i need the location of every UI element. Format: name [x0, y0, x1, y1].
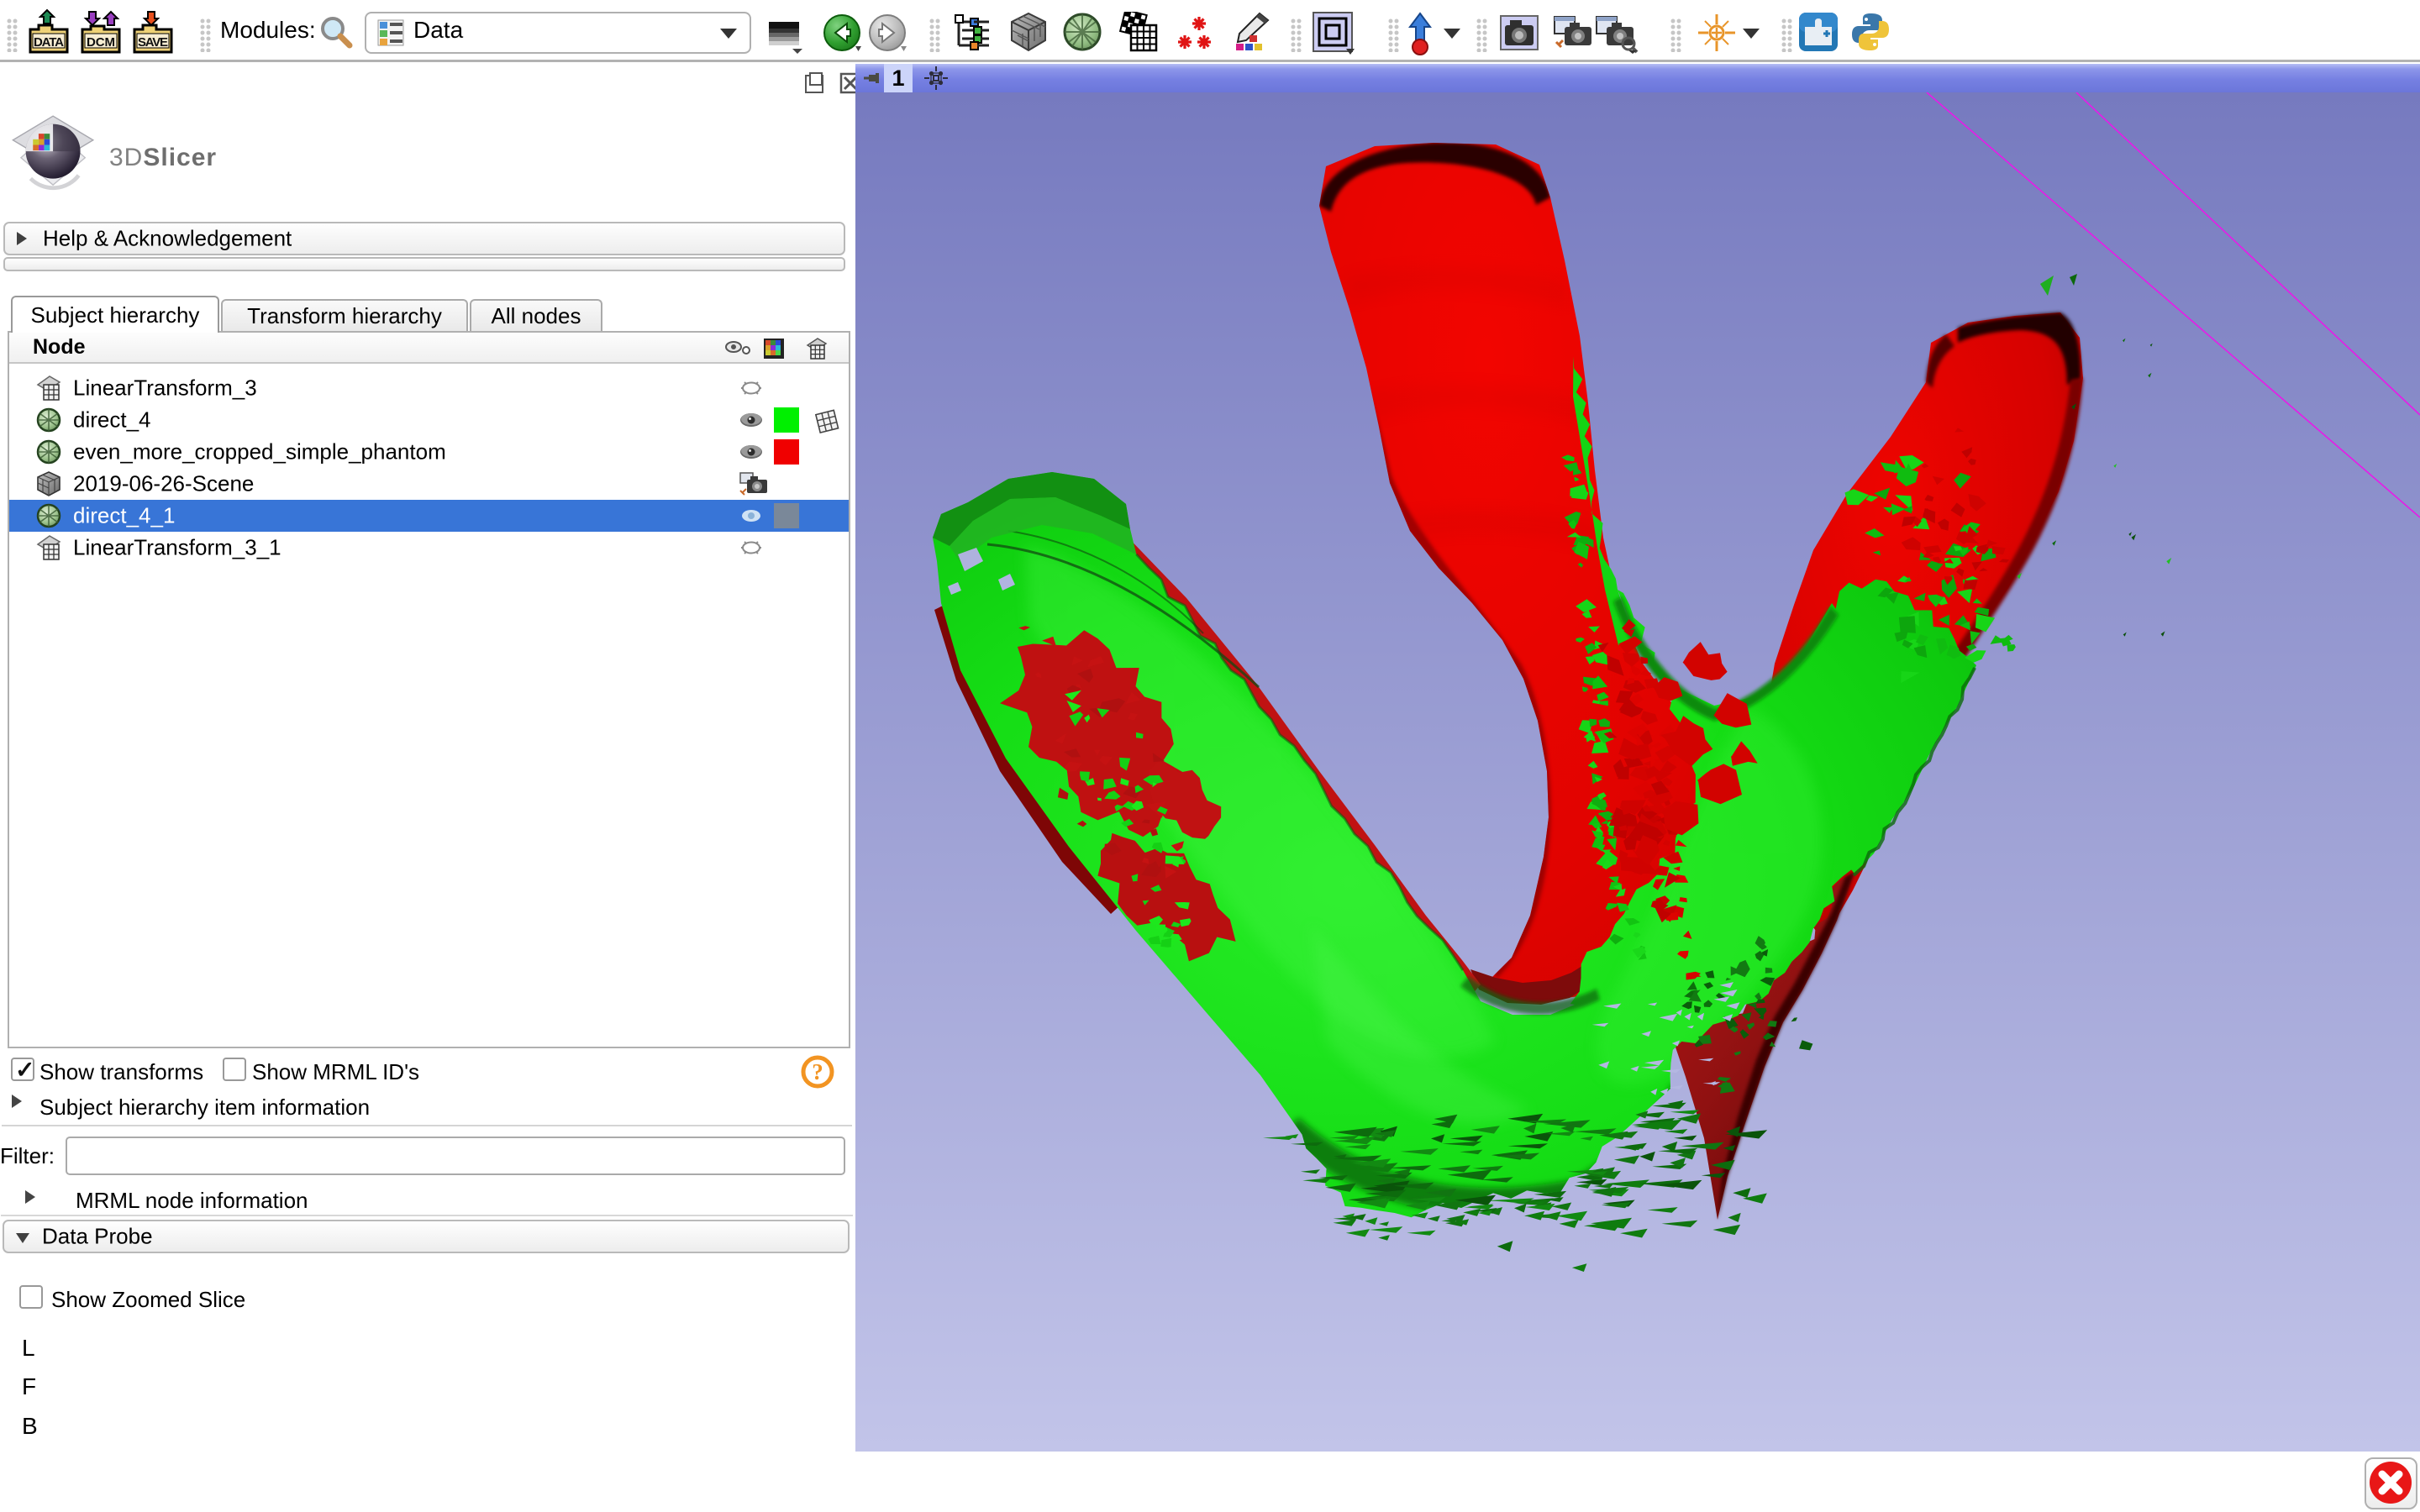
svg-text:?: ? — [812, 1059, 823, 1084]
svg-text:SAVE: SAVE — [138, 35, 168, 50]
svg-text:DATA: DATA — [34, 35, 64, 50]
svg-text:DCM: DCM — [87, 35, 115, 50]
